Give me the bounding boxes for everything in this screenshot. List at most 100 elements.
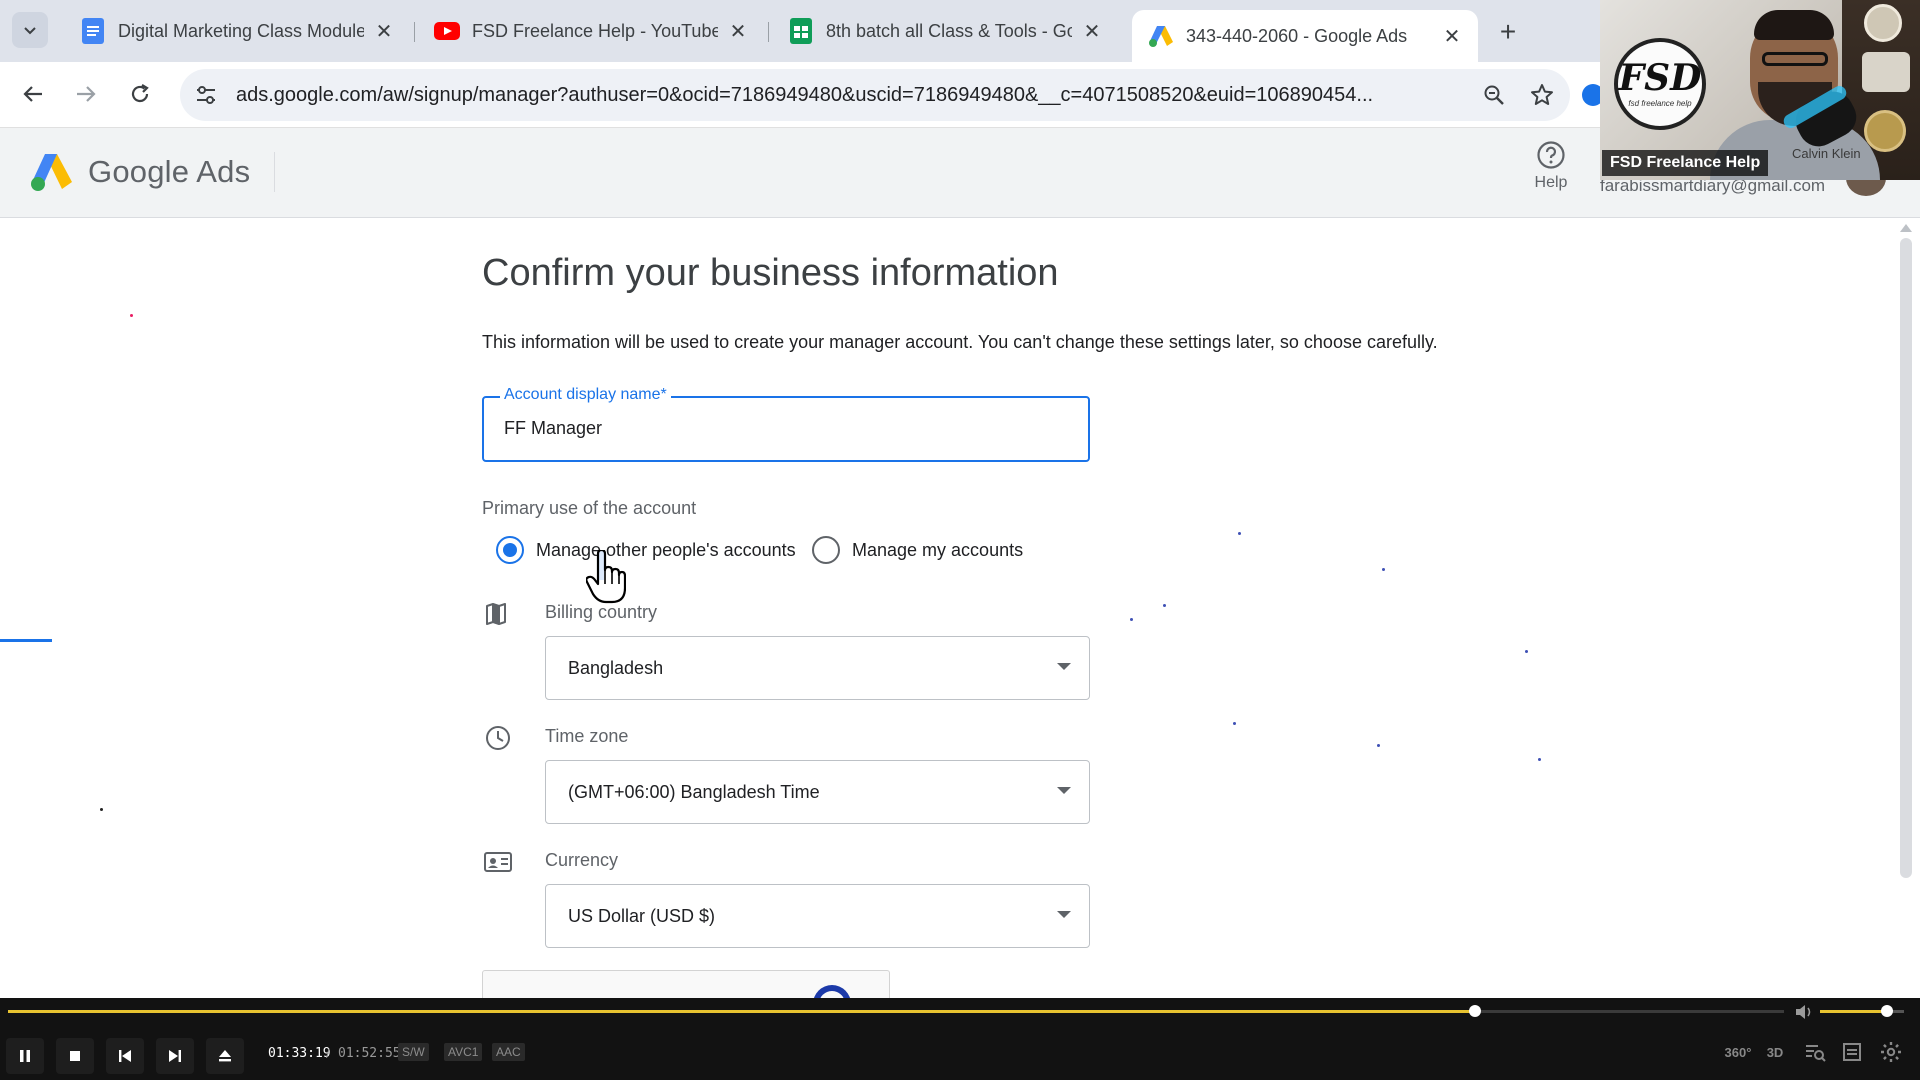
radio-label: Manage other people's accounts — [536, 539, 796, 560]
back-button[interactable] — [15, 76, 51, 112]
account-display-name-input[interactable] — [504, 418, 1064, 439]
fsd-logo: FSD fsd freelance help — [1614, 38, 1706, 130]
tab-digital-marketing[interactable]: Digital Marketing Class Module ✕ — [64, 10, 410, 52]
help-icon — [1537, 141, 1565, 169]
help-button[interactable]: Help — [1528, 140, 1574, 192]
dropdown-arrow-icon — [1057, 663, 1071, 670]
scrollbar[interactable] — [1900, 238, 1912, 878]
stop-button[interactable] — [56, 1038, 94, 1074]
award-icon — [1864, 4, 1902, 42]
pause-button[interactable] — [6, 1038, 44, 1074]
skip-previous-icon — [119, 1050, 131, 1062]
currency-label: Currency — [545, 850, 619, 870]
dropdown-arrow-icon — [1057, 911, 1071, 918]
forward-button[interactable] — [68, 76, 104, 112]
scroll-up-arrow-icon[interactable] — [1900, 224, 1912, 232]
address-bar[interactable]: ads.google.com/aw/signup/manager?authuse… — [180, 69, 1570, 121]
close-icon[interactable]: ✕ — [372, 19, 396, 43]
playlist-icon[interactable] — [1842, 1040, 1862, 1064]
volume-slider[interactable] — [1820, 1005, 1904, 1017]
tab-youtube[interactable]: FSD Freelance Help - YouTube ✕ — [418, 10, 764, 52]
badge-sw: S/W — [398, 1043, 429, 1061]
logo-text: FSD — [1618, 57, 1702, 99]
total-time: 01:52:55 — [338, 1046, 401, 1061]
next-button[interactable] — [156, 1038, 194, 1074]
site-settings-icon[interactable] — [186, 75, 226, 115]
new-tab-button[interactable]: + — [1490, 14, 1526, 50]
billing-country-value: Bangladesh — [568, 657, 664, 678]
time-zone-value: (GMT+06:00) Bangladesh Time — [568, 781, 820, 802]
glasses-icon — [1762, 52, 1828, 66]
docs-icon — [80, 18, 106, 44]
google-ads-icon — [1148, 23, 1174, 49]
decor-dot — [1525, 650, 1528, 653]
channel-label: FSD Freelance Help — [1602, 150, 1769, 176]
tab-divider — [768, 22, 769, 42]
seek-progress — [8, 1010, 1475, 1013]
logo-subtext: fsd freelance help — [1628, 99, 1692, 108]
recaptcha-box[interactable] — [482, 970, 890, 998]
sheets-icon — [788, 18, 814, 44]
presenter-hair — [1754, 10, 1834, 40]
decor-dot — [1233, 722, 1236, 725]
radio-manage-mine[interactable]: Manage my accounts — [812, 536, 1023, 564]
skip-next-icon — [169, 1050, 181, 1062]
webcam-overlay: FSD fsd freelance help Calvin Klein FSD … — [1600, 0, 1920, 180]
close-icon[interactable]: ✕ — [726, 19, 750, 43]
map-icon — [484, 600, 512, 628]
youtube-plaque-icon — [1862, 52, 1910, 92]
page-description: This information will be used to create … — [482, 332, 1438, 352]
reload-button[interactable] — [122, 76, 158, 112]
decor-dot — [1377, 744, 1380, 747]
brand-name: Google Ads — [88, 154, 251, 189]
bookmark-star-icon[interactable] — [1522, 75, 1562, 115]
3d-button[interactable]: 3D — [1760, 1040, 1790, 1064]
decor-dot — [1130, 618, 1133, 621]
time-separator: / — [326, 1046, 330, 1061]
previous-button[interactable] — [106, 1038, 144, 1074]
playlist-search-icon[interactable] — [1804, 1040, 1826, 1064]
tab-title: FSD Freelance Help - YouTube — [472, 20, 718, 41]
volume-level — [1820, 1010, 1888, 1013]
tab-title: 8th batch all Class & Tools - Go — [826, 20, 1072, 41]
badge-audio-codec: AAC — [492, 1043, 525, 1061]
volume-icon[interactable] — [1794, 1002, 1816, 1022]
zoom-icon[interactable] — [1474, 75, 1514, 115]
currency-card-icon — [484, 848, 512, 876]
dropdown-arrow-icon — [1057, 787, 1071, 794]
eject-button[interactable] — [206, 1038, 244, 1074]
vr-360-button[interactable]: 360° — [1720, 1040, 1756, 1064]
time-zone-label: Time zone — [545, 726, 629, 746]
tab-search-button[interactable] — [12, 12, 48, 48]
arrow-right-icon — [77, 86, 96, 102]
decor-dot — [1538, 758, 1541, 761]
seek-handle[interactable] — [1468, 1005, 1481, 1017]
volume-handle[interactable] — [1881, 1005, 1894, 1017]
stop-icon — [70, 1051, 80, 1061]
tab-google-ads[interactable]: 343-440-2060 - Google Ads ✕ — [1132, 10, 1478, 62]
decor-dot — [1163, 604, 1166, 607]
page-title: Confirm your business information — [482, 252, 1059, 294]
google-ads-logo[interactable]: Google Ads — [30, 152, 250, 192]
youtube-icon — [434, 18, 460, 44]
currency-value: US Dollar (USD $) — [568, 905, 716, 926]
account-display-name-field[interactable]: Account display name* — [482, 386, 1090, 462]
radio-manage-others[interactable]: Manage other people's accounts — [496, 536, 796, 564]
settings-gear-icon[interactable] — [1880, 1040, 1902, 1064]
time-zone-select[interactable]: (GMT+06:00) Bangladesh Time — [545, 760, 1090, 824]
seek-bar[interactable] — [8, 1005, 1784, 1017]
tab-title: 343-440-2060 - Google Ads — [1186, 25, 1408, 46]
decor-dot — [1382, 568, 1385, 571]
radio-button-checked[interactable] — [496, 536, 524, 564]
pause-icon — [20, 1050, 30, 1062]
tab-sheets[interactable]: 8th batch all Class & Tools - Go ✕ — [772, 10, 1118, 52]
radio-button-unchecked[interactable] — [812, 536, 840, 564]
tab-divider — [414, 22, 415, 42]
left-accent-line — [0, 639, 52, 642]
medal-icon — [1864, 110, 1906, 152]
close-icon[interactable]: ✕ — [1440, 24, 1464, 48]
close-icon[interactable]: ✕ — [1080, 19, 1104, 43]
url-text: ads.google.com/aw/signup/manager?authuse… — [236, 83, 1374, 106]
currency-select[interactable]: US Dollar (USD $) — [545, 884, 1090, 948]
billing-country-select[interactable]: Bangladesh — [545, 636, 1090, 700]
